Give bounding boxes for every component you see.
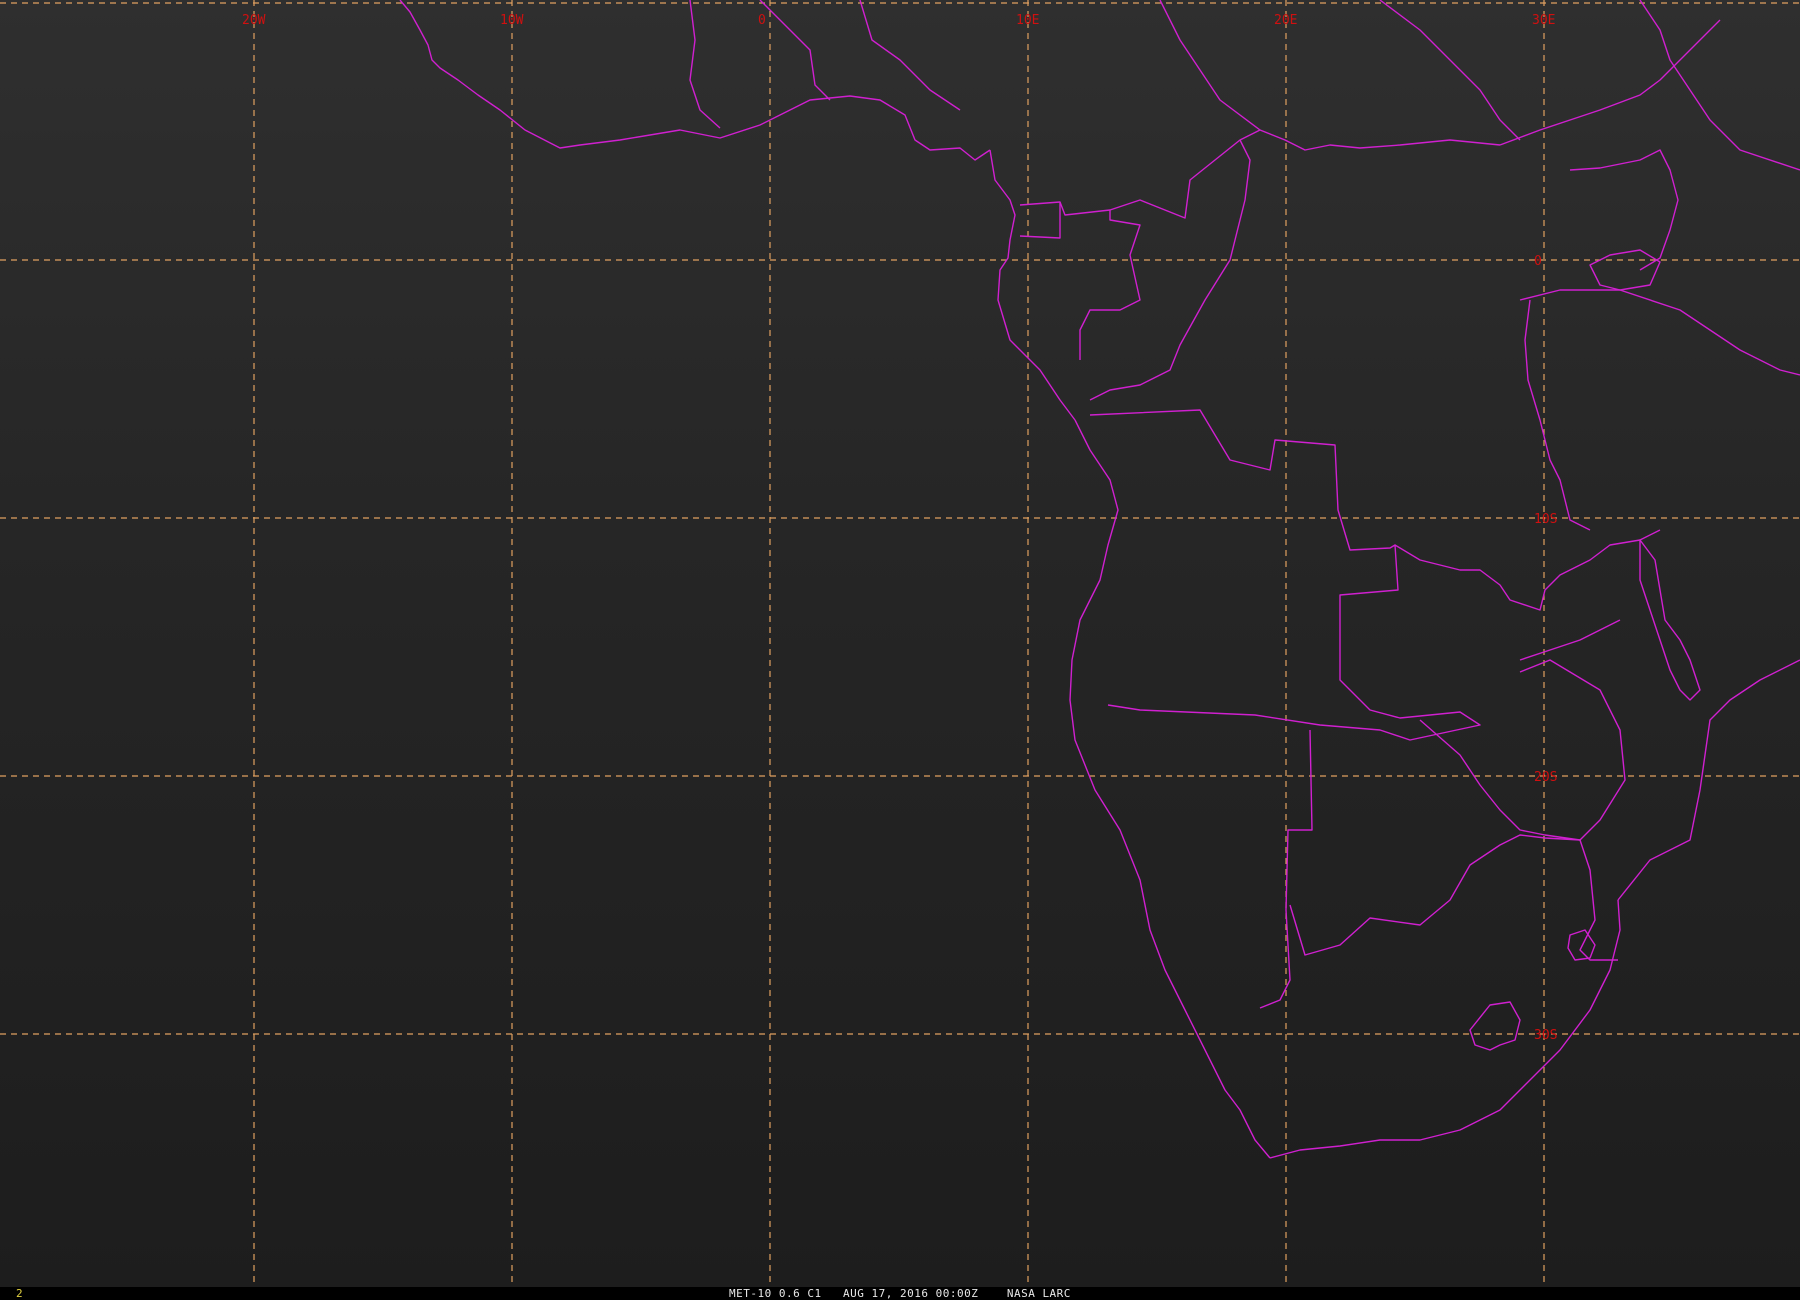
zambia-border bbox=[1394, 529, 1661, 611]
tanzania-border bbox=[1519, 289, 1800, 376]
image-caption: MET-10 0.6 C1 AUG 17, 2016 00:00Z NASA L… bbox=[729, 1287, 1071, 1300]
great-rift-lakes bbox=[1524, 299, 1591, 531]
zambia-zimbabwe-border bbox=[1419, 659, 1626, 841]
meridian-label: 0 bbox=[758, 13, 766, 28]
lake-victoria-outline bbox=[1589, 249, 1661, 291]
meridian-label: 20E bbox=[1274, 13, 1297, 28]
parallel-label: 20S bbox=[1534, 770, 1557, 785]
malawi-outline bbox=[1639, 539, 1701, 701]
east-africa-borders bbox=[1499, 19, 1721, 146]
east-coastline bbox=[1617, 659, 1800, 901]
meridian-label: 10E bbox=[1016, 13, 1039, 28]
parallel-label: 10S bbox=[1534, 512, 1557, 527]
status-bar: 2 MET-10 0.6 C1 AUG 17, 2016 00:00Z NASA… bbox=[0, 1287, 1800, 1300]
meridian-label: 20W bbox=[242, 13, 266, 28]
lesotho-border bbox=[1469, 1001, 1521, 1051]
lat-lon-grid bbox=[0, 0, 1800, 1287]
map-canvas: 20W 10W 0 10E 20E 30E 0 10S 20S 30S bbox=[0, 0, 1800, 1287]
botswana-southafrica-border bbox=[1289, 834, 1581, 956]
angola-borders bbox=[1089, 409, 1481, 741]
drc-border bbox=[1089, 139, 1251, 401]
northern-borders bbox=[689, 0, 961, 129]
country-borders bbox=[399, 0, 1800, 1159]
parallel-label: 0 bbox=[1534, 254, 1542, 269]
mozambique-zambia-border bbox=[1519, 619, 1621, 661]
meridian-label: 30E bbox=[1532, 13, 1555, 28]
sahel-borders bbox=[1159, 0, 1800, 171]
parallel-label: 30S bbox=[1534, 1028, 1557, 1043]
gabon-border bbox=[1019, 202, 1141, 360]
satellite-map: 20W 10W 0 10E 20E 30E 0 10S 20S 30S bbox=[0, 0, 1800, 1287]
west-africa-coastline bbox=[399, 0, 991, 161]
swaziland-border bbox=[1567, 929, 1596, 961]
grid-labels: 20W 10W 0 10E 20E 30E 0 10S 20S 30S bbox=[242, 13, 1557, 1043]
congo-borders bbox=[1019, 129, 1501, 219]
southwest-africa-coastline bbox=[1069, 419, 1271, 1159]
southern-coastline bbox=[1269, 899, 1621, 1159]
gulf-of-guinea-coastline bbox=[989, 149, 1076, 421]
meridian-label: 10W bbox=[500, 13, 524, 28]
mozambique-border bbox=[1579, 839, 1618, 961]
